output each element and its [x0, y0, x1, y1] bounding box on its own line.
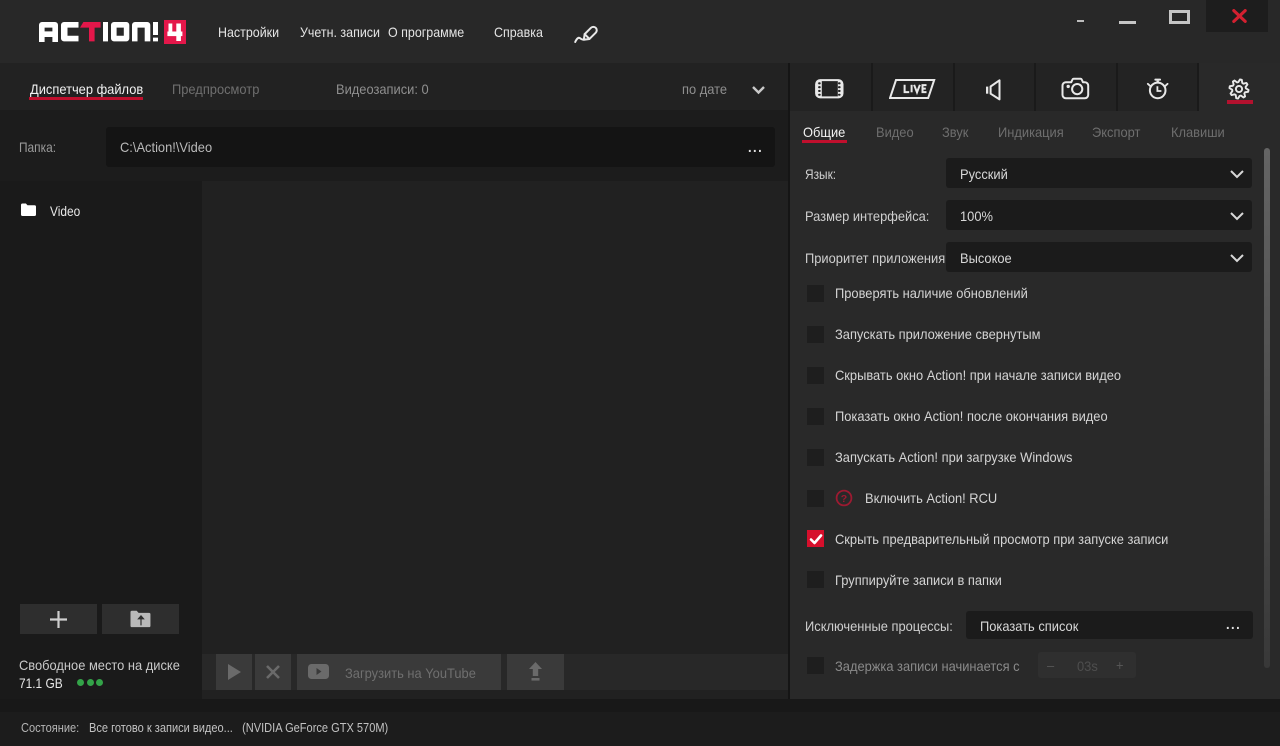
svg-text:?: ?	[841, 493, 847, 505]
